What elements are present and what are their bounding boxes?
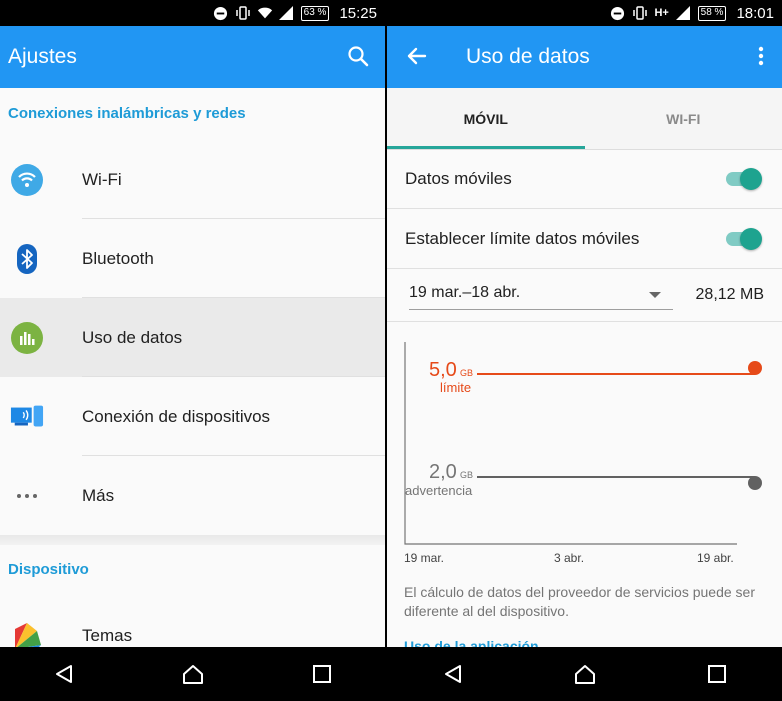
settings-item-more[interactable]: Más bbox=[0, 456, 385, 535]
device-connection-icon bbox=[10, 400, 44, 434]
carrier-note: El cálculo de datos del proveedor de ser… bbox=[404, 584, 755, 619]
navigation-bar bbox=[0, 647, 385, 701]
settings-item-label: Wi-Fi bbox=[82, 169, 122, 189]
app-bar: Ajustes bbox=[0, 26, 385, 88]
settings-item-label: Más bbox=[82, 485, 115, 505]
battery-indicator: 58 % bbox=[697, 5, 727, 21]
overflow-menu-icon[interactable] bbox=[758, 46, 764, 71]
billing-cycle-dropdown[interactable]: 19 mar.–18 abr. bbox=[409, 284, 673, 310]
do-not-disturb-icon bbox=[213, 5, 229, 21]
limit-unit: GB bbox=[460, 368, 473, 378]
home-icon[interactable] bbox=[573, 663, 597, 685]
settings-item-label: Uso de datos bbox=[82, 327, 183, 347]
x-axis-label: 3 abr. bbox=[554, 551, 584, 565]
vibrate-icon bbox=[235, 5, 251, 21]
settings-item-data-usage[interactable]: Uso de datos bbox=[0, 298, 385, 377]
settings-item-device-connection[interactable]: Conexión de dispositivos bbox=[0, 377, 385, 456]
usage-total: 28,12 MB bbox=[695, 286, 764, 303]
warning-unit: GB bbox=[460, 470, 473, 480]
clock: 15:25 bbox=[339, 4, 377, 22]
do-not-disturb-icon bbox=[610, 5, 626, 21]
mobile-data-row[interactable]: Datos móviles bbox=[387, 150, 782, 209]
tab-wifi[interactable]: WI-FI bbox=[585, 88, 782, 149]
tab-mobile[interactable]: MÓVIL bbox=[387, 88, 585, 149]
data-limit-toggle[interactable] bbox=[726, 228, 762, 250]
settings-screen: 63 % 15:25 Ajustes Conexiones inalámbric… bbox=[0, 0, 385, 701]
mobile-data-toggle[interactable] bbox=[726, 168, 762, 190]
settings-item-label: Conexión de dispositivos bbox=[82, 406, 271, 426]
data-limit-label: Establecer límite datos móviles bbox=[405, 229, 640, 248]
dropdown-arrow-icon bbox=[649, 292, 661, 298]
section-header-device: Dispositivo bbox=[8, 561, 89, 578]
clock: 18:01 bbox=[736, 4, 774, 22]
x-axis-label: 19 abr. bbox=[697, 551, 734, 565]
status-bar: 63 % 15:25 bbox=[0, 0, 385, 26]
home-icon[interactable] bbox=[181, 663, 205, 685]
usage-chart: 5,0 GB límite 2,0 GB advertencia 19 mar.… bbox=[387, 322, 782, 572]
back-icon[interactable] bbox=[53, 663, 75, 685]
page-title: Uso de datos bbox=[466, 45, 590, 68]
section-header-wireless: Conexiones inalámbricas y redes bbox=[8, 105, 246, 122]
settings-item-bluetooth[interactable]: Bluetooth bbox=[0, 219, 385, 298]
billing-cycle-value: 19 mar.–18 abr. bbox=[409, 284, 521, 301]
data-usage-icon bbox=[10, 321, 44, 355]
mobile-data-label: Datos móviles bbox=[405, 169, 512, 188]
status-bar: H+ 58 % 18:01 bbox=[387, 0, 782, 26]
battery-indicator: 63 % bbox=[300, 5, 330, 21]
navigation-bar bbox=[387, 647, 782, 701]
limit-value: 5,0 bbox=[429, 359, 457, 381]
settings-item-label: Temas bbox=[82, 625, 133, 645]
vibrate-icon bbox=[632, 5, 648, 21]
tab-bar: MÓVIL WI-FI bbox=[387, 88, 782, 150]
wifi-icon bbox=[10, 163, 44, 197]
back-icon[interactable] bbox=[442, 663, 464, 685]
limit-label: límite bbox=[440, 380, 471, 395]
x-axis-label: 19 mar. bbox=[404, 551, 444, 565]
more-icon bbox=[10, 479, 44, 513]
warning-value: 2,0 bbox=[429, 461, 457, 483]
warning-label: advertencia bbox=[405, 483, 473, 498]
recents-icon[interactable] bbox=[707, 664, 727, 684]
settings-item-label: Bluetooth bbox=[82, 248, 154, 268]
section-divider bbox=[0, 535, 385, 545]
data-limit-row[interactable]: Establecer límite datos móviles bbox=[387, 210, 782, 269]
billing-cycle-row: 19 mar.–18 abr. 28,12 MB bbox=[387, 270, 782, 322]
cell-signal-icon bbox=[676, 5, 692, 21]
recents-icon[interactable] bbox=[312, 664, 332, 684]
cell-signal-icon bbox=[279, 5, 295, 21]
wifi-signal-icon bbox=[257, 5, 273, 21]
page-title: Ajustes bbox=[8, 45, 77, 68]
limit-handle[interactable] bbox=[748, 361, 762, 375]
search-icon[interactable] bbox=[347, 45, 369, 72]
network-type-icon: H+ bbox=[654, 7, 669, 19]
bluetooth-icon bbox=[10, 242, 44, 276]
warning-handle[interactable] bbox=[748, 476, 762, 490]
back-arrow-icon[interactable] bbox=[405, 45, 427, 72]
app-bar: Uso de datos bbox=[387, 26, 782, 88]
settings-item-wifi[interactable]: Wi-Fi bbox=[0, 140, 385, 219]
data-usage-screen: H+ 58 % 18:01 Uso de datos MÓVIL WI-FI D… bbox=[387, 0, 782, 701]
